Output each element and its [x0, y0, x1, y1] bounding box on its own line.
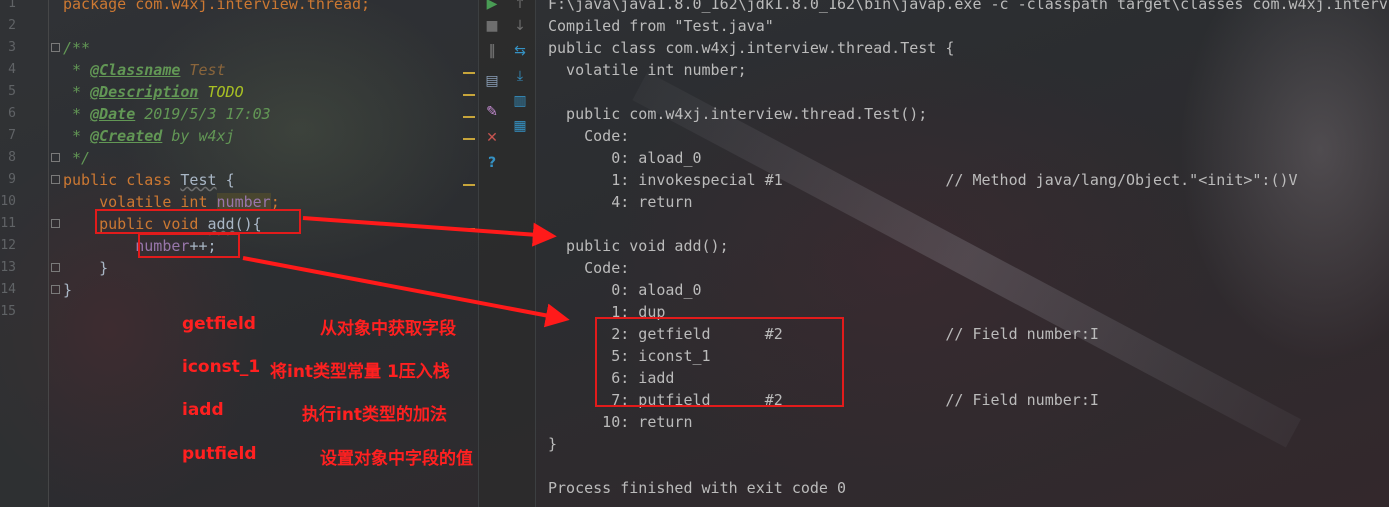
arrow-method-to-bytecode — [302, 216, 557, 247]
annotation-desc: 执行int类型的加法 — [302, 405, 448, 425]
arrow-increment-to-bytecode — [242, 256, 570, 328]
annotation-op: getfield — [182, 314, 256, 334]
annotation-desc: 将int类型常量 1压入栈 — [270, 362, 450, 382]
annotation-op: iadd — [182, 400, 224, 420]
annotation-desc: 从对象中获取字段 — [320, 319, 456, 339]
annotation-op: putfield — [182, 444, 257, 464]
annotation-desc: 设置对象中字段的值 — [320, 449, 473, 469]
annotation-op: iconst_1 — [182, 357, 261, 377]
annotation-arrows — [242, 216, 570, 328]
